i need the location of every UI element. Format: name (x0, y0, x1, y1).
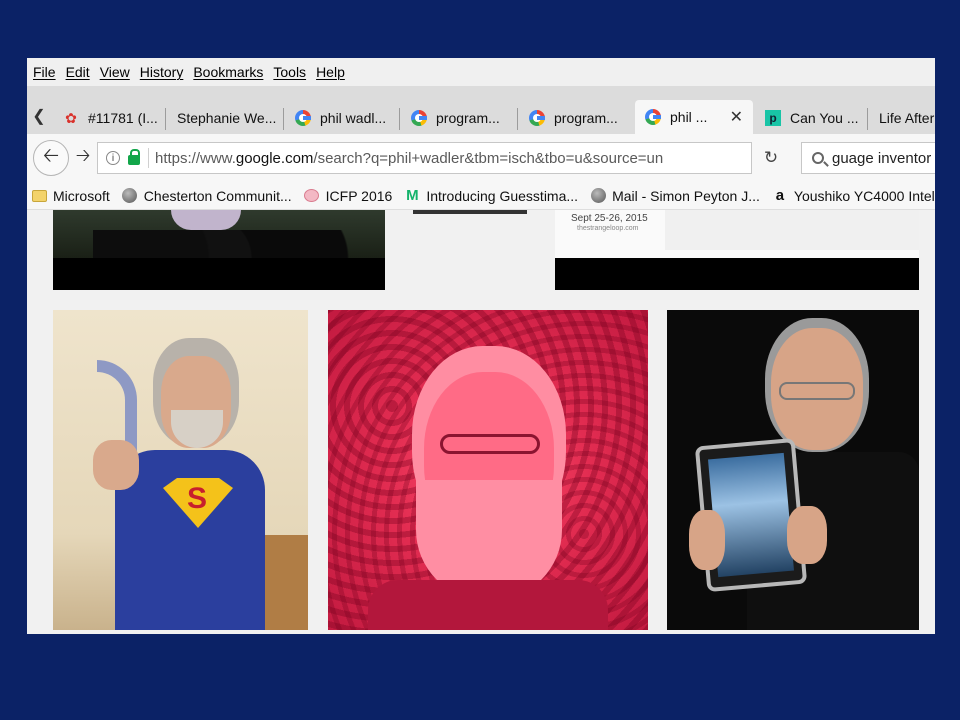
pig-icon (304, 188, 320, 204)
photo-hand (787, 506, 827, 564)
tab-label: phil wadl... (320, 110, 387, 126)
menu-bookmarks[interactable]: Bookmarks (193, 64, 263, 80)
image-result-strangeloop-slide[interactable]: Sept 25-26, 2015 thestrangeloop.com (555, 210, 919, 290)
arrow-left-icon: 🡠 (42, 145, 60, 167)
url-path: /search?q=phil+wadler&tbm=isch&tbo=u&sou… (313, 149, 664, 167)
photo-jacket (368, 580, 608, 630)
bookmark-mail[interactable]: Mail - Simon Peyton J... (590, 188, 760, 204)
google-icon (645, 109, 661, 125)
image-result-wadler-superman[interactable] (53, 310, 308, 630)
lock-icon[interactable] (128, 149, 140, 165)
tab-program-1[interactable]: program... (401, 102, 517, 134)
image-result-partial[interactable] (413, 210, 527, 214)
menu-edit[interactable]: Edit (66, 64, 90, 80)
close-icon[interactable]: ✕ (730, 107, 743, 127)
slide-date: Sept 25-26, 2015 (571, 213, 648, 224)
tab-scroll-left-button[interactable]: ❮ (27, 98, 51, 134)
bookmark-label: Introducing Guesstima... (426, 187, 579, 204)
globe-icon (590, 188, 606, 204)
menu-bar: File Edit View History Bookmarks Tools H… (27, 58, 935, 86)
folder-icon (31, 188, 47, 204)
tab-divider (283, 108, 284, 130)
url-prefix: https://www. (155, 149, 236, 167)
tab-program-2[interactable]: program... (519, 102, 633, 134)
tab-can-you[interactable]: p Can You ... (755, 102, 867, 134)
url-text[interactable]: https://www.google.com/search?q=phil+wad… (155, 150, 663, 167)
tab-divider (517, 108, 518, 130)
reload-button[interactable]: ↻ (759, 146, 783, 170)
photo-hand (689, 510, 725, 570)
image-result-wadler-red-portrait[interactable] (328, 310, 648, 630)
tab-label: Stephanie We... (177, 110, 277, 126)
tab-phil-wadler[interactable]: phil wadl... (285, 102, 399, 134)
info-icon[interactable]: i (106, 151, 120, 165)
bookmark-youshiko[interactable]: a Youshiko YC4000 Intell... (772, 187, 935, 204)
url-bar[interactable]: i https://www.google.com/search?q=phil+w… (97, 142, 752, 174)
globe-icon (122, 188, 138, 204)
reload-icon: ↻ (763, 148, 779, 167)
photo-figure (171, 210, 241, 230)
bookmark-label: Youshiko YC4000 Intell... (793, 187, 935, 204)
photo-hand (93, 440, 139, 490)
arrow-right-icon: 🡢 (75, 145, 91, 165)
photo-glasses (779, 382, 855, 400)
browser-window: File Edit View History Bookmarks Tools H… (27, 58, 935, 634)
image-results: Sept 25-26, 2015 thestrangeloop.com (27, 210, 935, 634)
menu-file[interactable]: File (33, 64, 56, 80)
forward-button[interactable]: 🡢 (71, 145, 95, 170)
url-domain: google.com (235, 149, 314, 167)
search-bar[interactable]: guage inventor (801, 142, 935, 174)
image-result-stage-photo[interactable] (53, 210, 385, 290)
tab-divider (399, 108, 400, 130)
google-icon (411, 110, 427, 126)
tab-issue[interactable]: ✿ #11781 (I... (53, 102, 165, 134)
menu-tools[interactable]: Tools (273, 64, 306, 80)
tab-label: phil ... (670, 109, 708, 125)
photo-audience (93, 230, 353, 258)
tab-phil-active[interactable]: phil ... ✕ (635, 100, 753, 134)
tab-divider (165, 108, 166, 130)
google-icon (295, 110, 311, 126)
bookmark-label: Mail - Simon Peyton J... (612, 187, 760, 204)
tab-label: Life After (879, 110, 935, 126)
tab-label: Can You ... (790, 110, 859, 126)
photo-glasses (440, 434, 540, 454)
menu-help[interactable]: Help (316, 64, 345, 80)
bookmark-label: Chesterton Communit... (143, 187, 292, 204)
tab-label: program... (436, 110, 500, 126)
menu-view[interactable]: View (100, 64, 130, 80)
bookmark-chesterton[interactable]: Chesterton Communit... (122, 188, 292, 204)
bookmarks-toolbar: Microsoft Chesterton Communit... ICFP 20… (27, 182, 935, 210)
slide-panel (665, 210, 919, 250)
bookmark-label: ICFP 2016 (325, 187, 393, 204)
bookmark-guesstimate[interactable]: M Introducing Guesstima... (404, 187, 579, 204)
bookmark-icfp[interactable]: ICFP 2016 (304, 187, 393, 204)
medium-icon: M (406, 187, 419, 204)
bookmark-label: Microsoft (53, 187, 110, 204)
image-result-jobs-ipad[interactable] (667, 310, 919, 630)
slide-site: thestrangeloop.com (577, 225, 639, 232)
paw-icon: ✿ (65, 109, 77, 126)
p-icon: p (765, 110, 781, 126)
google-icon (529, 110, 545, 126)
menu-history[interactable]: History (140, 64, 184, 80)
tab-life-after[interactable]: Life After (869, 102, 935, 134)
tab-strip: ❮ ✿ #11781 (I... Stephanie We... phil wa… (27, 86, 935, 134)
tab-stephanie[interactable]: Stephanie We... (167, 102, 283, 134)
back-button[interactable]: 🡠 (33, 140, 69, 176)
slide-area: Sept 25-26, 2015 thestrangeloop.com (555, 210, 919, 258)
tab-label: program... (554, 110, 618, 126)
tab-label: #11781 (I... (88, 110, 158, 126)
amazon-icon: a (775, 187, 785, 204)
bookmark-microsoft[interactable]: Microsoft (31, 188, 110, 204)
search-input[interactable]: guage inventor (832, 150, 931, 167)
navigation-bar: 🡠 🡢 i https://www.google.com/search?q=ph… (27, 134, 935, 182)
search-icon (812, 152, 824, 164)
url-divider (148, 148, 149, 168)
tab-divider (867, 108, 868, 130)
